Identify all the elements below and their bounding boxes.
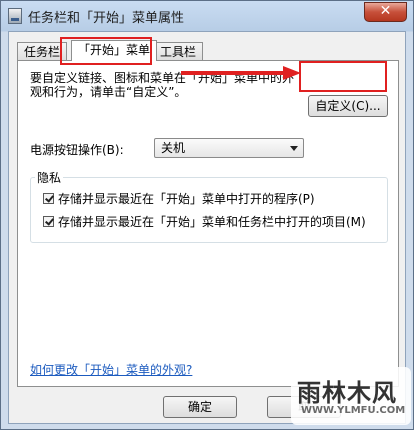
recent-programs-checkbox[interactable] bbox=[43, 193, 54, 204]
tab-taskbar[interactable]: 任务栏 bbox=[17, 42, 68, 60]
ok-button[interactable]: 确定 bbox=[163, 396, 237, 418]
start-menu-panel: 要自定义链接、图标和菜单在「开始」菜单中的外观和行为，请单击“自定义”。 自定义… bbox=[17, 60, 399, 387]
title-bar[interactable]: 任务栏和「开始」菜单属性 ✕ bbox=[1, 1, 413, 31]
privacy-group: 隐私 存储并显示最近在「开始」菜单中打开的程序(P) 存储并显示最近在「开始」菜… bbox=[30, 169, 388, 243]
window-title: 任务栏和「开始」菜单属性 bbox=[28, 11, 185, 26]
recent-programs-option[interactable]: 存储并显示最近在「开始」菜单中打开的程序(P) bbox=[43, 190, 315, 207]
recent-programs-label: 存储并显示最近在「开始」菜单中打开的程序(P) bbox=[58, 192, 315, 206]
customize-button[interactable]: 自定义(C)... bbox=[308, 95, 388, 117]
tab-toolbars[interactable]: 工具栏 bbox=[153, 42, 204, 60]
watermark-url: WWW.YLMFU.COM bbox=[301, 405, 406, 416]
recent-items-label: 存储并显示最近在「开始」菜单和任务栏中打开的项目(M) bbox=[58, 215, 366, 229]
power-action-value: 关机 bbox=[161, 141, 186, 155]
power-button-label: 电源按钮操作(B): bbox=[30, 143, 124, 157]
dialog-client: 任务栏 「开始」菜单 工具栏 要自定义链接、图标和菜单在「开始」菜单中的外观和行… bbox=[8, 31, 406, 424]
customize-description: 要自定义链接、图标和菜单在「开始」菜单中的外观和行为，请单击“自定义”。 bbox=[30, 71, 295, 99]
window-app-icon bbox=[8, 8, 22, 24]
chevron-down-icon bbox=[290, 146, 298, 151]
recent-items-checkbox[interactable] bbox=[43, 216, 54, 227]
close-button[interactable]: ✕ bbox=[364, 2, 407, 22]
recent-items-option[interactable]: 存储并显示最近在「开始」菜单和任务栏中打开的项目(M) bbox=[43, 213, 366, 230]
tab-start-menu[interactable]: 「开始」菜单 bbox=[71, 40, 158, 61]
properties-window: 任务栏和「开始」菜单属性 ✕ 任务栏 「开始」菜单 工具栏 要自定义链接、图标和… bbox=[0, 0, 414, 430]
power-action-select[interactable]: 关机 bbox=[154, 138, 304, 158]
watermark-logo: 雨林木风 WWW.YLMFU.COM bbox=[291, 367, 411, 425]
help-link[interactable]: 如何更改「开始」菜单的外观? bbox=[30, 361, 192, 378]
watermark-title: 雨林木风 bbox=[297, 378, 397, 407]
privacy-group-title: 隐私 bbox=[35, 169, 64, 186]
